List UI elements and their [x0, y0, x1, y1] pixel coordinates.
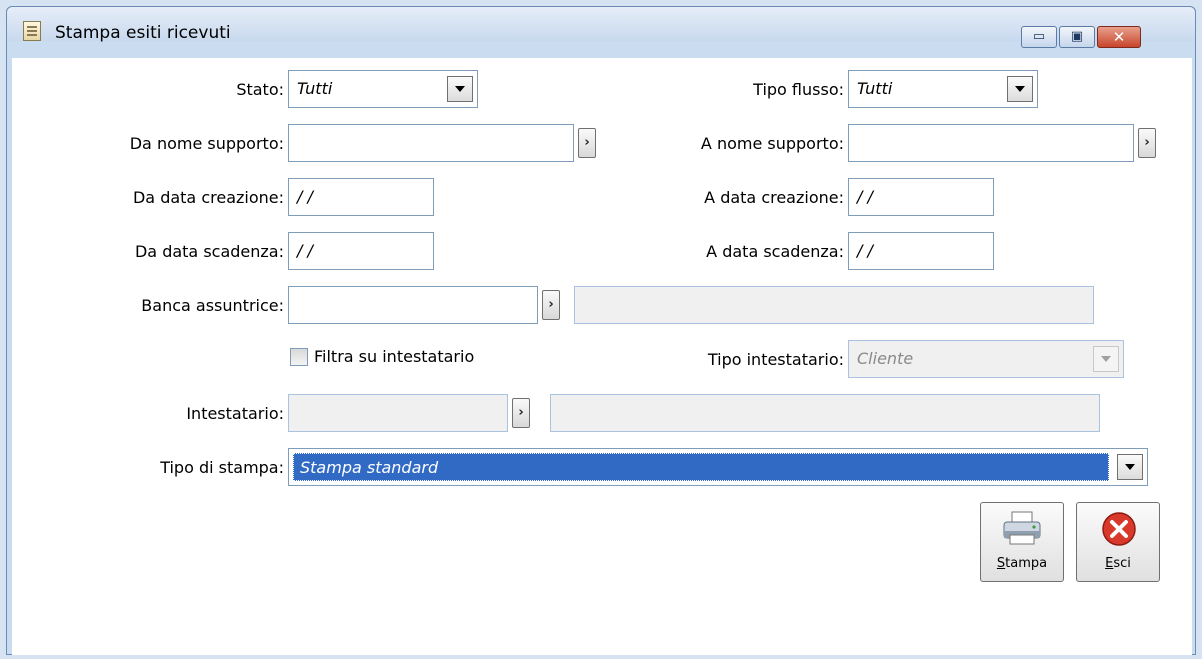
tipo-intestatario-select: Cliente	[848, 340, 1124, 378]
stampa-button-label: Stampa	[981, 556, 1063, 571]
tipo-flusso-label: Tipo flusso:	[753, 80, 844, 99]
banca-assuntrice-zoom-button[interactable]: ›	[542, 290, 560, 320]
intestatario-code-field	[288, 394, 508, 432]
banca-assuntrice-label: Banca assuntrice:	[141, 296, 284, 315]
stato-select[interactable]: Tutti	[288, 70, 478, 108]
tipo-flusso-select[interactable]: Tutti	[848, 70, 1038, 108]
tipo-intestatario-value: Cliente	[857, 349, 914, 368]
da-nome-supporto-zoom-button[interactable]: ›	[578, 128, 596, 158]
a-data-scadenza-field[interactable]: / /	[848, 232, 994, 270]
maximize-icon: ▣	[1070, 29, 1084, 44]
filtra-intestatario-checkbox[interactable]	[290, 348, 308, 366]
esci-button-label: Esci	[1077, 556, 1159, 571]
chevron-down-icon	[1093, 346, 1119, 372]
close-button[interactable]: ✕	[1097, 26, 1141, 48]
window-title: Stampa esiti ricevuti	[55, 23, 231, 43]
da-data-creazione-label: Da data creazione:	[132, 188, 284, 207]
intestatario-label: Intestatario:	[186, 404, 284, 423]
intestatario-description-field	[550, 394, 1100, 432]
da-data-creazione-field[interactable]: / /	[288, 178, 434, 216]
da-data-scadenza-label: Da data scadenza:	[134, 242, 284, 261]
chevron-down-icon[interactable]	[1007, 76, 1033, 102]
da-nome-supporto-label: Da nome supporto:	[129, 134, 284, 153]
esci-button[interactable]: Esci	[1076, 502, 1160, 582]
a-nome-supporto-label: A nome supporto:	[700, 134, 844, 153]
minimize-icon: ▭	[1032, 29, 1046, 44]
da-data-scadenza-value: / /	[297, 241, 313, 260]
filtra-intestatario-label: Filtra su intestatario	[314, 347, 475, 366]
stato-value: Tutti	[297, 79, 333, 98]
document-icon	[23, 21, 41, 41]
stampa-mnemonic: S	[996, 556, 1006, 571]
intestatario-zoom-button[interactable]: ›	[512, 398, 530, 428]
exit-icon	[1102, 512, 1136, 546]
a-data-creazione-label: A data creazione:	[704, 188, 844, 207]
a-data-creazione-field[interactable]: / /	[848, 178, 994, 216]
banca-assuntrice-code-field[interactable]	[288, 286, 538, 324]
tipo-stampa-select[interactable]: Stampa standard	[288, 448, 1148, 486]
maximize-button[interactable]: ▣	[1059, 26, 1095, 48]
da-data-scadenza-field[interactable]: / /	[288, 232, 434, 270]
a-data-scadenza-label: A data scadenza:	[706, 242, 844, 261]
chevron-down-icon[interactable]	[447, 76, 473, 102]
dialog-client-area: Stato: Tutti Tipo flusso: Tutti Da nome …	[12, 58, 1192, 655]
stato-label: Stato:	[236, 80, 284, 99]
a-data-creazione-value: / /	[857, 187, 873, 206]
a-nome-supporto-field[interactable]	[848, 124, 1134, 162]
minimize-button[interactable]: ▭	[1021, 26, 1057, 48]
a-data-scadenza-value: / /	[857, 241, 873, 260]
da-nome-supporto-field[interactable]	[288, 124, 574, 162]
stampa-label-rest: tampa	[1005, 556, 1048, 571]
tipo-stampa-label: Tipo di stampa:	[160, 458, 284, 477]
tipo-flusso-value: Tutti	[857, 79, 893, 98]
da-data-creazione-value: / /	[297, 187, 313, 206]
tipo-stampa-value: Stampa standard	[293, 453, 1109, 481]
close-icon: ✕	[1112, 28, 1126, 46]
a-nome-supporto-zoom-button[interactable]: ›	[1138, 128, 1156, 158]
printer-icon	[1003, 511, 1041, 545]
banca-assuntrice-description-field	[574, 286, 1094, 324]
title-bar[interactable]: Stampa esiti ricevuti ▭ ▣ ✕	[7, 7, 1195, 48]
tipo-intestatario-label: Tipo intestatario:	[707, 350, 844, 369]
chevron-down-icon[interactable]	[1117, 454, 1143, 480]
stampa-button[interactable]: Stampa	[980, 502, 1064, 582]
esci-label-rest: sci	[1113, 556, 1131, 571]
